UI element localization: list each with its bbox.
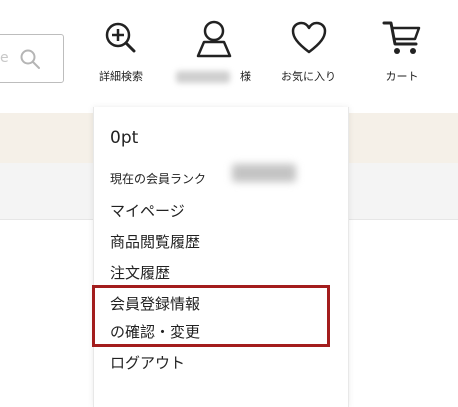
- cart-button[interactable]: カート: [382, 18, 422, 84]
- highlight-annotation-box: [92, 285, 330, 347]
- member-rank-value-redacted: [232, 164, 296, 182]
- account-button[interactable]: 様: [176, 18, 251, 84]
- search-input[interactable]: e: [0, 34, 64, 83]
- menu-item-logout[interactable]: ログアウト: [110, 352, 185, 373]
- user-icon: [194, 18, 234, 62]
- favorites-button[interactable]: お気に入り: [281, 18, 336, 84]
- menu-item-order-history[interactable]: 注文履歴: [110, 262, 170, 283]
- search-placeholder: e: [0, 50, 9, 66]
- points-balance: 0pt: [110, 128, 139, 148]
- heart-icon: [289, 18, 329, 62]
- cart-label: カート: [385, 70, 419, 83]
- menu-item-browsing-history[interactable]: 商品閲覧履歴: [110, 231, 200, 252]
- magnifier-plus-icon: [101, 18, 141, 62]
- favorites-label: お気に入り: [281, 70, 336, 83]
- detail-search-button[interactable]: 詳細検索: [99, 18, 143, 84]
- member-rank-label: 現在の会員ランク: [110, 172, 207, 186]
- user-name-redacted: [176, 71, 230, 83]
- search-icon[interactable]: [19, 48, 41, 74]
- account-honorific: 様: [240, 70, 251, 83]
- menu-item-mypage[interactable]: マイページ: [110, 200, 185, 221]
- cart-icon: [382, 18, 422, 62]
- detail-search-label: 詳細検索: [99, 70, 143, 83]
